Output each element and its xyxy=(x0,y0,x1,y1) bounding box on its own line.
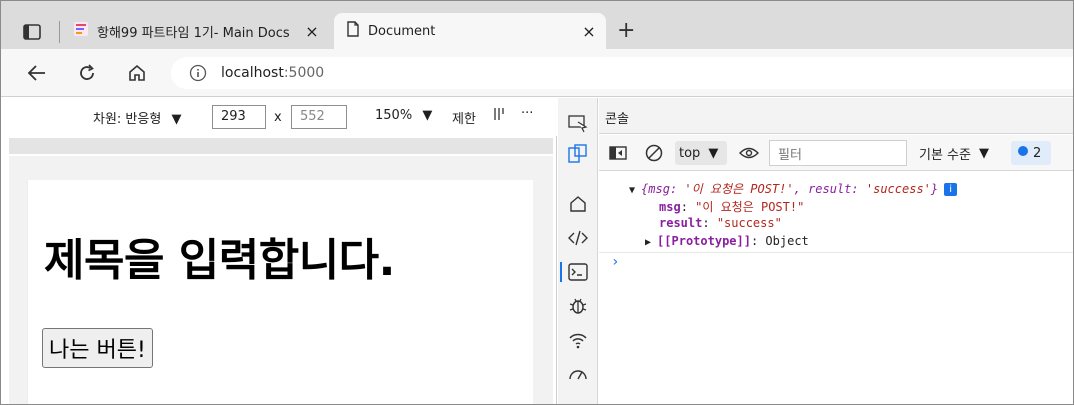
new-tab-button[interactable]: + xyxy=(617,19,635,43)
browser-window: 항해99 파트타임 1기- Main Docs × Document × + l… xyxy=(0,0,1074,405)
sources-bug-icon[interactable] xyxy=(566,294,590,318)
device-toolbar: 차원: 반응형 ▼ 293 x 552 150% ▼ 제한 ··· xyxy=(1,98,557,136)
url-port: :5000 xyxy=(283,65,325,81)
property-msg: msg: "이 요청은 POST!" xyxy=(659,200,805,214)
inspect-element-icon[interactable] xyxy=(566,112,590,136)
device-emulation-icon[interactable] xyxy=(566,142,590,166)
summary-result-key: result: xyxy=(808,182,859,196)
network-wifi-icon[interactable] xyxy=(566,328,590,352)
filter-input[interactable]: 필터 xyxy=(769,140,907,166)
expand-triangle-icon[interactable]: ▶ xyxy=(645,237,657,248)
property-value: Object xyxy=(765,234,809,248)
clear-console-icon[interactable] xyxy=(645,141,663,165)
console-panel-title: 콘솔 xyxy=(599,98,1073,134)
summary-msg-key: msg: xyxy=(648,182,678,196)
throttle-dropdown[interactable]: 제한 xyxy=(452,108,476,127)
summary-msg-value: '이 요청은 POST!' xyxy=(677,182,794,196)
dropdown-arrow-icon: ▼ xyxy=(978,145,989,161)
home-icon[interactable] xyxy=(125,61,149,85)
property-key: msg xyxy=(659,200,681,214)
dimensions-dropdown[interactable]: 차원: 반응형 ▼ xyxy=(93,108,181,127)
tab-document[interactable]: Document × xyxy=(334,13,606,49)
console-toolbar: top ▼ 필터 기본 수준 ▼ 2 xyxy=(599,135,1073,171)
site-info-icon[interactable] xyxy=(189,64,207,82)
devtools-activity-bar xyxy=(558,98,598,404)
summary-result-value: 'success' xyxy=(858,182,931,196)
zoom-dropdown[interactable]: 150% ▼ xyxy=(375,108,432,123)
console-prompt[interactable]: › xyxy=(611,254,619,270)
address-toolbar: localhost:5000 xyxy=(1,49,1073,97)
property-key: [[Prototype]] xyxy=(657,234,751,248)
console-log-object[interactable]: ▼ {msg: '이 요청은 POST!', result: 'success'… xyxy=(629,180,958,197)
log-level-label: 기본 수준 xyxy=(919,147,971,163)
summary-close: } xyxy=(930,182,939,196)
console-icon[interactable] xyxy=(560,260,590,284)
page-heading: 제목을 입력합니다. xyxy=(44,235,395,286)
console-divider xyxy=(599,252,1073,253)
collapse-triangle-icon[interactable]: ▼ xyxy=(629,185,641,196)
live-expression-eye-icon[interactable] xyxy=(739,141,759,165)
sidebar-toggle-icon[interactable] xyxy=(609,141,627,165)
tab-main-docs[interactable]: 항해99 파트타임 1기- Main Docs × xyxy=(65,13,329,49)
devtools-panel: 콘솔 top ▼ 필터 기본 수준 ▼ 2 ▼ {msg: '이 요청은 POS… xyxy=(599,98,1073,404)
issues-chat-icon xyxy=(1017,145,1029,161)
elements-icon[interactable] xyxy=(566,226,590,250)
times-label: x xyxy=(274,110,282,125)
width-input[interactable]: 293 xyxy=(212,105,266,129)
console-output: ▼ {msg: '이 요청은 POST!', result: 'success'… xyxy=(599,172,1073,404)
tab-label: Document xyxy=(368,23,436,39)
property-value: "success" xyxy=(716,216,782,230)
page-content: 제목을 입력합니다. 나는 버튼! xyxy=(27,180,533,404)
rotate-icon[interactable] xyxy=(493,106,507,126)
log-level-dropdown[interactable]: 기본 수준 ▼ xyxy=(919,141,989,165)
tab-label: 항해99 파트타임 1기- Main Docs xyxy=(97,25,290,41)
refresh-icon[interactable] xyxy=(75,61,99,85)
context-label: top xyxy=(679,145,701,161)
document-icon xyxy=(346,21,360,41)
media-query-ruler xyxy=(9,138,553,154)
url-host: localhost xyxy=(221,65,284,81)
issues-counter[interactable]: 2 xyxy=(1011,141,1051,165)
dimensions-label: 차원: 반응형 xyxy=(93,112,162,127)
property-key: result xyxy=(659,216,703,230)
tab-actions-icon[interactable] xyxy=(19,19,45,45)
context-dropdown[interactable]: top ▼ xyxy=(675,141,727,165)
dropdown-arrow-icon: ▼ xyxy=(708,145,719,161)
page-button[interactable]: 나는 버튼! xyxy=(42,328,153,368)
summary-comma: , xyxy=(793,182,809,196)
close-tab-icon[interactable]: × xyxy=(580,22,598,41)
tab-separator xyxy=(59,21,60,43)
performance-icon[interactable] xyxy=(566,362,590,386)
device-viewport: 차원: 반응형 ▼ 293 x 552 150% ▼ 제한 ··· 제목을 입력… xyxy=(1,98,557,404)
close-tab-icon[interactable]: × xyxy=(303,22,321,41)
property-result: result: "success" xyxy=(659,216,782,230)
tab-strip: 항해99 파트타임 1기- Main Docs × Document × + xyxy=(1,1,1073,49)
info-icon[interactable]: i xyxy=(944,183,958,196)
back-icon[interactable] xyxy=(25,61,49,85)
notion-docs-icon xyxy=(73,21,89,41)
height-input[interactable]: 552 xyxy=(291,105,347,129)
property-value: "이 요청은 POST!" xyxy=(695,200,805,214)
issues-count: 2 xyxy=(1033,145,1042,161)
property-prototype[interactable]: ▶ [[Prototype]]: Object xyxy=(645,234,809,248)
zoom-label: 150% xyxy=(375,108,413,123)
dropdown-arrow-icon: ▼ xyxy=(422,108,433,123)
welcome-home-icon[interactable] xyxy=(566,192,590,216)
dropdown-arrow-icon: ▼ xyxy=(171,112,182,127)
address-bar[interactable]: localhost:5000 xyxy=(171,57,1073,89)
more-options-icon[interactable]: ··· xyxy=(521,106,533,121)
